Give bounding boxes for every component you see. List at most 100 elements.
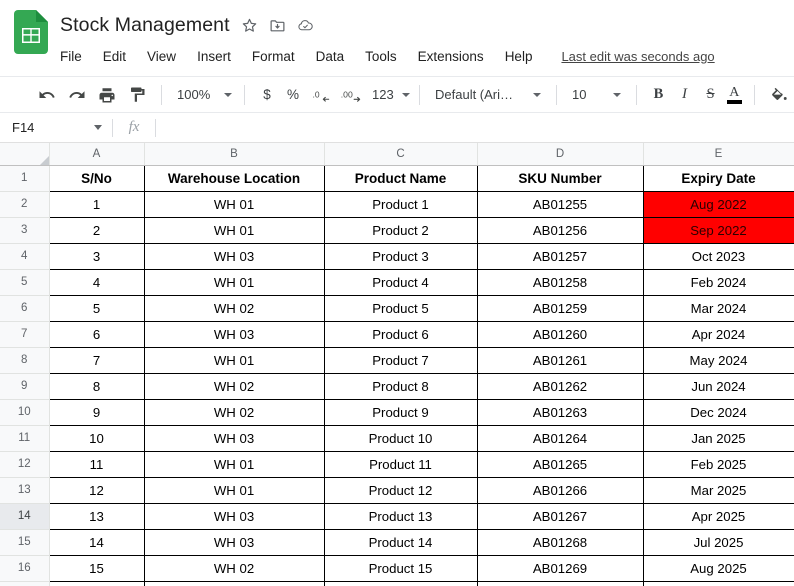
cell-product[interactable]: Product 5: [323, 294, 478, 322]
print-icon[interactable]: [92, 82, 122, 108]
cell-sno[interactable]: 9: [48, 398, 145, 426]
row-header-1[interactable]: 1: [0, 165, 50, 192]
column-header-d[interactable]: D: [477, 143, 644, 166]
cell-sno[interactable]: 1: [48, 190, 145, 218]
paint-format-icon[interactable]: [122, 82, 152, 108]
cell-product[interactable]: Product 9: [323, 398, 478, 426]
cell-expiry[interactable]: Aug 2025: [642, 554, 794, 582]
cell-product[interactable]: Product 7: [323, 346, 478, 374]
cell-sku[interactable]: AB01268: [476, 528, 644, 556]
cell-warehouse[interactable]: WH 01: [143, 476, 325, 504]
cell-expiry[interactable]: Aug 2022: [642, 190, 794, 218]
cell-warehouse[interactable]: WH 01: [143, 346, 325, 374]
header-cell-sku[interactable]: SKU Number: [476, 164, 644, 192]
cell-sku[interactable]: AB01263: [476, 398, 644, 426]
cell-warehouse[interactable]: WH 02: [143, 398, 325, 426]
row-header-2[interactable]: 2: [0, 191, 50, 218]
cell-product[interactable]: Product 14: [323, 528, 478, 556]
cell-sno[interactable]: 8: [48, 372, 145, 400]
menu-format[interactable]: Format: [252, 47, 306, 66]
cell-sno[interactable]: 15: [48, 554, 145, 582]
header-cell-product[interactable]: Product Name: [323, 164, 478, 192]
percent-format-button[interactable]: %: [280, 82, 306, 108]
text-color-button[interactable]: A: [724, 82, 746, 108]
cell-sku[interactable]: AB01255: [476, 190, 644, 218]
cell-sno[interactable]: 4: [48, 268, 145, 296]
cell-expiry[interactable]: Sep 2025: [642, 580, 794, 586]
cell-expiry[interactable]: May 2024: [642, 346, 794, 374]
row-header-10[interactable]: 10: [0, 399, 50, 426]
column-header-c[interactable]: C: [324, 143, 478, 166]
cell-sku[interactable]: AB01262: [476, 372, 644, 400]
decrease-decimal-button[interactable]: .0: [306, 82, 336, 108]
cell-sno[interactable]: 3: [48, 242, 145, 270]
cell-expiry[interactable]: Jan 2025: [642, 424, 794, 452]
chevron-down-icon[interactable]: [94, 125, 102, 130]
row-header-4[interactable]: 4: [0, 243, 50, 270]
cell-sno[interactable]: 16: [48, 580, 145, 586]
cell-sno[interactable]: 5: [48, 294, 145, 322]
cell-warehouse[interactable]: WH 01: [143, 580, 325, 586]
select-all-corner[interactable]: [0, 143, 50, 166]
menu-edit[interactable]: Edit: [103, 47, 137, 66]
row-header-8[interactable]: 8: [0, 347, 50, 374]
row-header-11[interactable]: 11: [0, 425, 50, 452]
menu-insert[interactable]: Insert: [197, 47, 242, 66]
row-header-6[interactable]: 6: [0, 295, 50, 322]
more-formats-control[interactable]: 123: [366, 87, 410, 102]
cell-warehouse[interactable]: WH 02: [143, 372, 325, 400]
cell-warehouse[interactable]: WH 01: [143, 190, 325, 218]
cell-sno[interactable]: 14: [48, 528, 145, 556]
row-header-14[interactable]: 14: [0, 503, 50, 530]
header-cell-sno[interactable]: S/No: [48, 164, 145, 192]
cell-warehouse[interactable]: WH 01: [143, 268, 325, 296]
last-edit-status[interactable]: Last edit was seconds ago: [561, 49, 714, 64]
cell-product[interactable]: Product 11: [323, 450, 478, 478]
cell-warehouse[interactable]: WH 02: [143, 294, 325, 322]
cell-expiry[interactable]: Mar 2024: [642, 294, 794, 322]
row-header-17[interactable]: 17: [0, 581, 50, 586]
cell-warehouse[interactable]: WH 02: [143, 554, 325, 582]
cell-product[interactable]: Product 6: [323, 320, 478, 348]
cell-expiry[interactable]: Mar 2025: [642, 476, 794, 504]
menu-tools[interactable]: Tools: [365, 47, 408, 66]
italic-button[interactable]: I: [672, 82, 698, 108]
column-header-e[interactable]: E: [643, 143, 794, 166]
star-icon[interactable]: [241, 17, 258, 34]
header-cell-warehouse[interactable]: Warehouse Location: [143, 164, 325, 192]
cell-sno[interactable]: 13: [48, 502, 145, 530]
cell-sno[interactable]: 6: [48, 320, 145, 348]
cell-sno[interactable]: 2: [48, 216, 145, 244]
strikethrough-button[interactable]: S: [698, 82, 724, 108]
row-header-3[interactable]: 3: [0, 217, 50, 244]
fill-color-icon[interactable]: [764, 82, 794, 108]
cell-expiry[interactable]: Sep 2022: [642, 216, 794, 244]
cell-sku[interactable]: AB01258: [476, 268, 644, 296]
menu-help[interactable]: Help: [505, 47, 544, 66]
cell-expiry[interactable]: Feb 2024: [642, 268, 794, 296]
menu-file[interactable]: File: [60, 47, 93, 66]
cell-expiry[interactable]: Apr 2025: [642, 502, 794, 530]
cell-sku[interactable]: AB01261: [476, 346, 644, 374]
row-header-9[interactable]: 9: [0, 373, 50, 400]
cell-sku[interactable]: AB01267: [476, 502, 644, 530]
undo-icon[interactable]: [32, 82, 62, 108]
row-header-7[interactable]: 7: [0, 321, 50, 348]
cell-sku[interactable]: AB01270: [476, 580, 644, 586]
font-size-control[interactable]: 10: [566, 87, 626, 102]
cell-expiry[interactable]: Apr 2024: [642, 320, 794, 348]
cell-product[interactable]: Product 2: [323, 216, 478, 244]
function-icon[interactable]: fx: [113, 119, 155, 136]
menu-data[interactable]: Data: [316, 47, 356, 66]
cell-sku[interactable]: AB01264: [476, 424, 644, 452]
cell-warehouse[interactable]: WH 01: [143, 450, 325, 478]
cell-warehouse[interactable]: WH 03: [143, 424, 325, 452]
menu-extensions[interactable]: Extensions: [418, 47, 495, 66]
cell-product[interactable]: Product 16: [323, 580, 478, 586]
cell-warehouse[interactable]: WH 03: [143, 528, 325, 556]
cell-sku[interactable]: AB01265: [476, 450, 644, 478]
menu-view[interactable]: View: [147, 47, 187, 66]
cell-product[interactable]: Product 10: [323, 424, 478, 452]
cell-warehouse[interactable]: WH 03: [143, 320, 325, 348]
formula-input[interactable]: [156, 113, 794, 143]
